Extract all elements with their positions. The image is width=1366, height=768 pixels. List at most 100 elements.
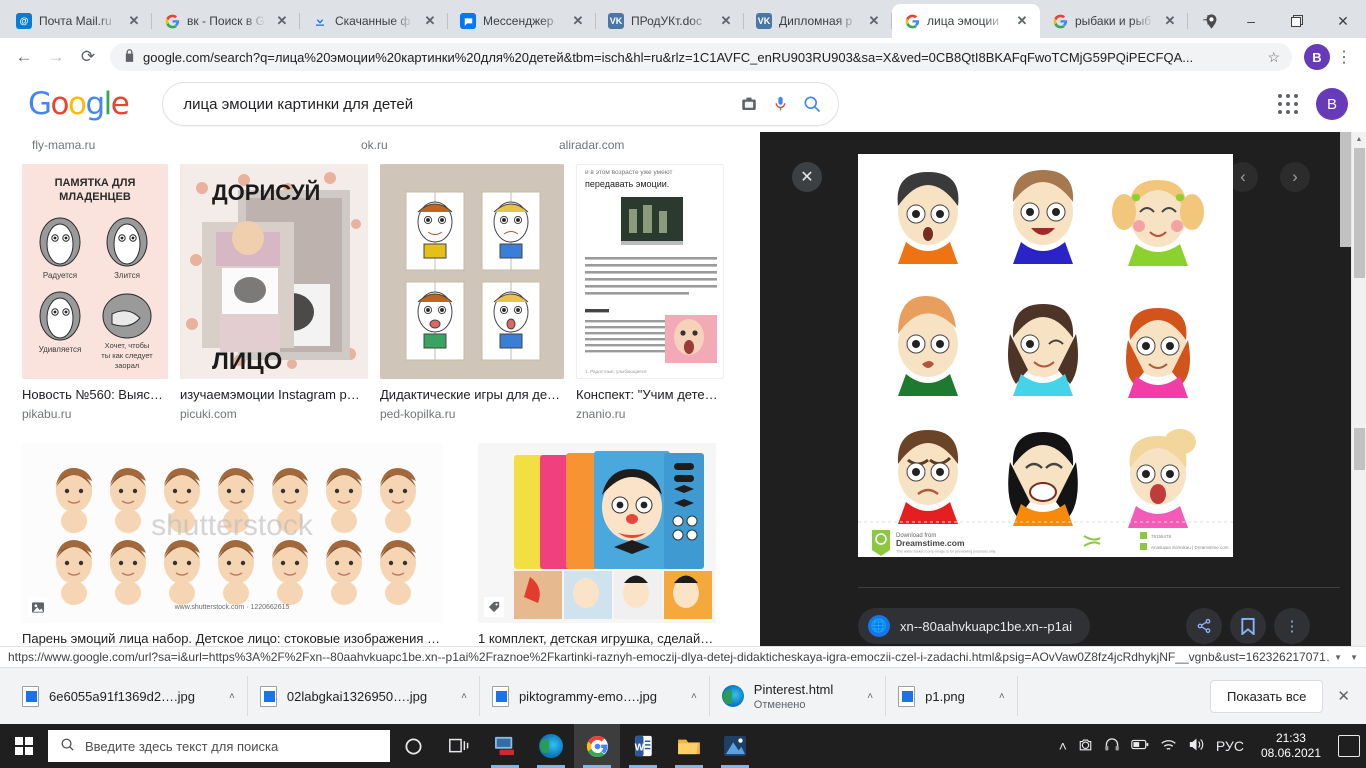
volume-icon[interactable] bbox=[1188, 737, 1205, 755]
show-all-downloads-button[interactable]: Показать все bbox=[1210, 679, 1324, 713]
wifi-icon[interactable] bbox=[1160, 738, 1177, 755]
preview-image[interactable]: Download from Dreamstime.com This waterm… bbox=[858, 154, 1233, 557]
result-thumbnail[interactable]: ДОРИСУЙ ЛИЦО bbox=[180, 164, 368, 379]
apps-grid-icon[interactable] bbox=[1278, 94, 1298, 114]
preview-scrollbar-thumb[interactable] bbox=[1340, 132, 1351, 247]
google-search-box[interactable]: лица эмоции картинки для детей bbox=[162, 82, 840, 126]
chevron-right-icon[interactable]: › bbox=[1280, 162, 1310, 192]
source-site-chip[interactable]: 🌐 xn--80aahvkuapc1be.xn--p1ai bbox=[858, 608, 1090, 644]
profile-badge-icon[interactable] bbox=[1194, 4, 1228, 38]
scroll-up-arrow-icon[interactable]: ▲ bbox=[1352, 132, 1366, 146]
close-icon[interactable]: ✕ bbox=[570, 13, 586, 29]
kebab-menu-icon[interactable]: ⋮ bbox=[1330, 43, 1358, 71]
camera-icon[interactable] bbox=[740, 95, 758, 113]
close-icon[interactable]: ✕ bbox=[422, 13, 438, 29]
close-window-button[interactable]: ✕ bbox=[1320, 4, 1366, 38]
star-icon[interactable]: ☆ bbox=[1267, 49, 1280, 66]
bookmark-icon[interactable] bbox=[1230, 608, 1266, 644]
remote-desktop-icon[interactable] bbox=[482, 724, 528, 768]
chevron-up-icon[interactable]: ˄ bbox=[691, 691, 697, 702]
close-icon[interactable]: ✕ bbox=[718, 13, 734, 29]
language-indicator[interactable]: РУС bbox=[1216, 738, 1244, 754]
profile-avatar[interactable]: B bbox=[1304, 44, 1330, 70]
forward-button[interactable]: → bbox=[40, 41, 72, 73]
result-caption[interactable]: Дидактические игры для де… bbox=[380, 387, 564, 403]
tray-overflow-icon[interactable]: ˄ bbox=[1059, 738, 1067, 754]
edge-icon[interactable] bbox=[528, 724, 574, 768]
image-result-card[interactable]: ПАМЯТКА ДЛЯ МЛАДЕНЦЕВ Радуется Злится Уд… bbox=[22, 164, 168, 421]
download-item[interactable]: 02labgkai1326950….jpg ˄ bbox=[248, 676, 480, 716]
reload-button[interactable]: ⟳ bbox=[72, 41, 104, 73]
result-caption[interactable]: 1 комплект, детская игрушка, сделай сам,… bbox=[478, 631, 716, 647]
notification-icon[interactable] bbox=[1338, 735, 1360, 757]
result-caption[interactable]: Конспект: "Учим дете… bbox=[576, 387, 724, 403]
close-icon[interactable]: ✕ bbox=[1162, 13, 1178, 29]
chevron-up-icon[interactable]: ˄ bbox=[461, 691, 467, 702]
microphone-icon[interactable] bbox=[772, 94, 788, 114]
close-shelf-icon[interactable]: ✕ bbox=[1337, 687, 1356, 705]
chevron-up-icon[interactable]: ˄ bbox=[999, 691, 1005, 702]
google-account-avatar[interactable]: B bbox=[1316, 88, 1348, 120]
result-thumbnail[interactable] bbox=[380, 164, 564, 379]
address-bar[interactable]: google.com/search?q=лица%20эмоции%20карт… bbox=[110, 43, 1292, 71]
svg-text:заорал: заорал bbox=[115, 361, 140, 370]
close-icon[interactable]: ✕ bbox=[866, 13, 882, 29]
word-icon[interactable]: W bbox=[620, 724, 666, 768]
download-item[interactable]: piktogrammy-emo….jpg ˄ bbox=[480, 676, 710, 716]
close-icon[interactable]: ✕ bbox=[792, 162, 822, 192]
close-icon[interactable]: ✕ bbox=[274, 13, 290, 29]
more-vertical-icon[interactable]: ⋮ bbox=[1274, 608, 1310, 644]
browser-tab[interactable]: вк - Поиск в G ✕ bbox=[152, 4, 300, 38]
download-item[interactable]: Pinterest.html Отменено ˄ bbox=[710, 676, 887, 716]
svg-text:Dreamstime.com: Dreamstime.com bbox=[896, 538, 965, 548]
task-view-icon[interactable] bbox=[436, 724, 482, 768]
google-logo[interactable]: Google bbox=[28, 86, 130, 122]
windows-start-icon[interactable] bbox=[0, 724, 48, 768]
browser-tab[interactable]: Скачанные ф ✕ bbox=[300, 4, 448, 38]
back-button[interactable]: ← bbox=[8, 41, 40, 73]
download-item[interactable]: 6e6055a91f1369d2….jpg ˄ bbox=[10, 676, 248, 716]
battery-icon[interactable] bbox=[1131, 738, 1149, 754]
share-icon[interactable] bbox=[1186, 608, 1222, 644]
chevron-up-icon[interactable]: ˄ bbox=[867, 691, 873, 702]
cortana-icon[interactable] bbox=[390, 724, 436, 768]
headset-tray-icon[interactable] bbox=[1104, 737, 1120, 755]
search-icon[interactable] bbox=[802, 94, 822, 114]
result-thumbnail[interactable]: shutterstock www.shutterstock.com · 1220… bbox=[22, 443, 442, 623]
image-result-card[interactable]: 1 комплект, детская игрушка, сделай сам,… bbox=[478, 443, 716, 652]
result-caption[interactable]: Новость №560: Выясн… bbox=[22, 387, 168, 403]
browser-tab[interactable]: @ Почта Mail.ru ✕ bbox=[4, 4, 152, 38]
explorer-icon[interactable] bbox=[666, 724, 712, 768]
chevron-up-icon[interactable]: ˄ bbox=[229, 691, 235, 702]
result-caption[interactable]: изучаемэмоции Instagram p… bbox=[180, 387, 368, 403]
page-scrollbar-thumb-2[interactable] bbox=[1354, 428, 1365, 470]
search-input[interactable]: лица эмоции картинки для детей bbox=[183, 96, 726, 113]
preview-scrollbar[interactable] bbox=[1340, 132, 1351, 652]
close-icon[interactable]: ✕ bbox=[1014, 13, 1030, 29]
maximize-button[interactable] bbox=[1274, 4, 1320, 38]
photos-icon[interactable] bbox=[712, 724, 758, 768]
taskbar-search-input[interactable]: Введите здесь текст для поиска bbox=[48, 730, 390, 762]
result-thumbnail[interactable]: ПАМЯТКА ДЛЯ МЛАДЕНЦЕВ Радуется Злится Уд… bbox=[22, 164, 168, 379]
page-scrollbar[interactable]: ▲ bbox=[1351, 132, 1366, 652]
download-item[interactable]: p1.png ˄ bbox=[886, 676, 1018, 716]
browser-tab[interactable]: рыбаки и рыб ✕ bbox=[1040, 4, 1188, 38]
image-result-card[interactable]: Дидактические игры для де… ped-kopilka.r… bbox=[380, 164, 564, 421]
image-result-card[interactable]: shutterstock www.shutterstock.com · 1220… bbox=[22, 443, 442, 652]
result-caption[interactable]: Парень эмоций лица набор. Детское лицо: … bbox=[22, 631, 442, 647]
image-result-card[interactable]: и в этом возрасте уже умеют передавать э… bbox=[576, 164, 724, 421]
minimize-button[interactable]: – bbox=[1228, 4, 1274, 38]
browser-tab[interactable]: Мессенджер ✕ bbox=[448, 4, 596, 38]
svg-text:Хочет, чтобы: Хочет, чтобы bbox=[105, 341, 150, 350]
taskbar-clock[interactable]: 21:33 08.06.2021 bbox=[1255, 731, 1327, 761]
browser-tab-active[interactable]: лица эмоции ✕ bbox=[892, 4, 1040, 38]
image-result-card[interactable]: ДОРИСУЙ ЛИЦО изучаемэмоции Instagram p… … bbox=[180, 164, 368, 421]
browser-tab[interactable]: VK Дипломная р ✕ bbox=[744, 4, 892, 38]
chrome-icon[interactable] bbox=[574, 724, 620, 768]
page-scrollbar-thumb[interactable] bbox=[1354, 148, 1365, 278]
result-thumbnail[interactable]: и в этом возрасте уже умеют передавать э… bbox=[576, 164, 724, 379]
browser-tab[interactable]: VK ПРодУКт.doc ✕ bbox=[596, 4, 744, 38]
camera-tray-icon[interactable] bbox=[1078, 737, 1093, 755]
result-thumbnail[interactable] bbox=[478, 443, 716, 623]
close-icon[interactable]: ✕ bbox=[126, 13, 142, 29]
